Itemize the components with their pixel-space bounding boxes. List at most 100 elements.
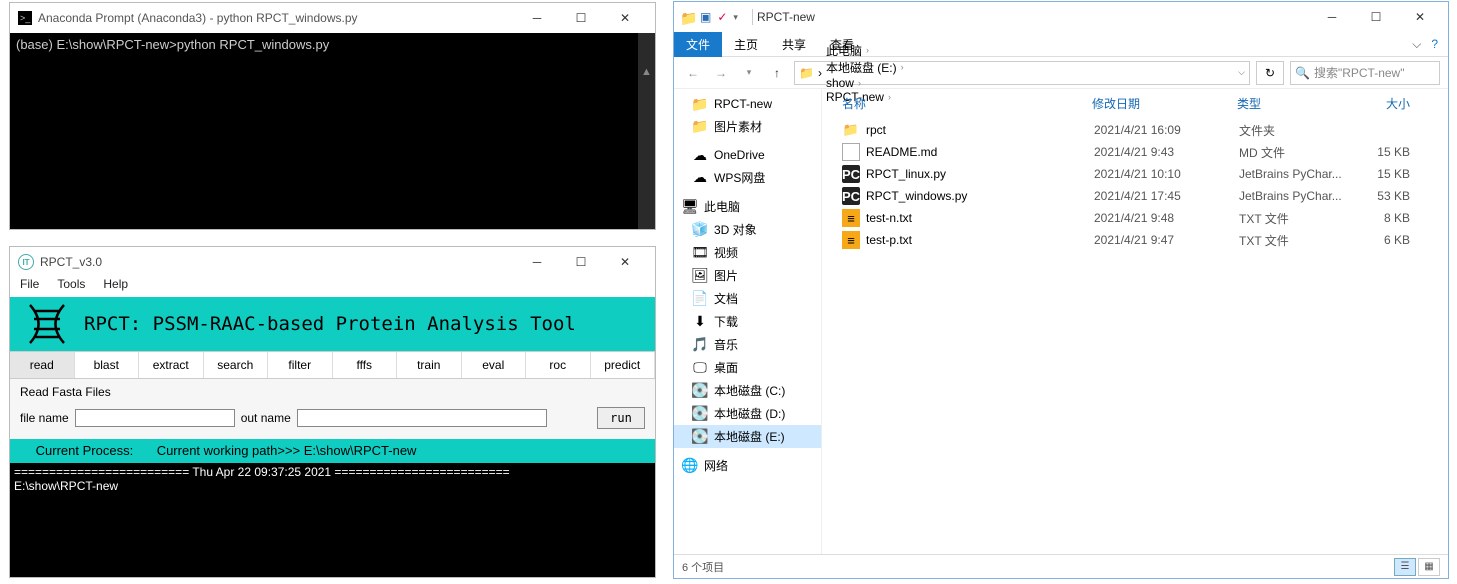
help-icon[interactable]: ? (1431, 37, 1438, 51)
col-date[interactable]: 修改日期 (1092, 95, 1237, 112)
nav-item-本地磁盘 (C:)[interactable]: 💽本地磁盘 (C:) (674, 379, 821, 402)
crumb-segment[interactable]: 本地磁盘 (E:) (826, 59, 897, 76)
titlebar[interactable]: IT RPCT_v3.0 ─ ☐ ✕ (10, 247, 655, 277)
nav-recent-icon[interactable]: ▾ (738, 62, 760, 84)
crumb-segment[interactable]: show (826, 76, 854, 90)
nav-item-WPS网盘[interactable]: ☁WPS网盘 (674, 166, 821, 189)
nav-label: 本地磁盘 (E:) (714, 428, 785, 445)
nav-item-文档[interactable]: 📄文档 (674, 287, 821, 310)
ribbon-expand-icon[interactable]: ⌵ (1412, 37, 1421, 52)
file-name-input[interactable] (75, 409, 235, 427)
tab-eval[interactable]: eval (462, 352, 527, 378)
close-button[interactable]: ✕ (603, 4, 647, 32)
menu-tools[interactable]: Tools (57, 277, 85, 297)
3d-icon: 🧊 (692, 222, 708, 238)
ribbon-share[interactable]: 共享 (770, 32, 818, 57)
nav-label: 桌面 (714, 359, 738, 376)
search-input[interactable]: 🔍 搜索"RPCT-new" (1290, 61, 1440, 85)
breadcrumb[interactable]: 📁 › 此电脑›本地磁盘 (E:)›show›RPCT-new› ⌵ (794, 61, 1250, 85)
folder-icon: 📁 (692, 96, 708, 112)
minimize-button[interactable]: ─ (515, 248, 559, 276)
chevron-right-icon[interactable]: › (864, 45, 871, 55)
out-name-input[interactable] (297, 409, 547, 427)
nav-item-OneDrive[interactable]: ☁OneDrive (674, 144, 821, 166)
maximize-button[interactable]: ☐ (1354, 3, 1398, 31)
menu-help[interactable]: Help (103, 277, 128, 297)
nav-item-网络[interactable]: 🌐网络 (674, 454, 821, 477)
file-name: test-n.txt (866, 211, 1094, 225)
titlebar[interactable]: 📁 ▣ ✓ ▾ RPCT-new ─ ☐ ✕ (674, 2, 1448, 32)
nav-label: 图片素材 (714, 118, 762, 135)
col-name[interactable]: 名称 (842, 95, 1092, 112)
view-icons-button[interactable]: ▦ (1418, 558, 1440, 576)
close-button[interactable]: ✕ (603, 248, 647, 276)
titlebar[interactable]: >_ Anaconda Prompt (Anaconda3) - python … (10, 3, 655, 33)
nav-back-button[interactable]: ← (682, 62, 704, 84)
banner: RPCT: PSSM-RAAC-based Protein Analysis T… (10, 297, 655, 351)
tab-blast[interactable]: blast (75, 352, 140, 378)
nav-item-本地磁盘 (D:)[interactable]: 💽本地磁盘 (D:) (674, 402, 821, 425)
nav-up-button[interactable]: ↑ (766, 62, 788, 84)
chevron-right-icon[interactable]: › (856, 78, 863, 88)
ribbon-file[interactable]: 文件 (674, 32, 722, 57)
console-output[interactable]: ========================= Thu Apr 22 09:… (10, 463, 655, 577)
network-icon: 🌐 (682, 458, 698, 474)
col-size[interactable]: 大小 (1357, 95, 1440, 112)
file-row[interactable]: ≡test-p.txt2021/4/21 9:47TXT 文件6 KB (822, 229, 1448, 251)
dna-icon (22, 303, 72, 345)
nav-label: WPS网盘 (714, 169, 765, 186)
doc-icon: 📄 (692, 291, 708, 307)
file-row[interactable]: ≡test-n.txt2021/4/21 9:48TXT 文件8 KB (822, 207, 1448, 229)
nav-item-图片[interactable]: 🖼图片 (674, 264, 821, 287)
scroll-up-icon[interactable]: ▲ (638, 63, 655, 80)
crumb-segment[interactable]: 此电脑 (826, 42, 862, 59)
file-row[interactable]: PCRPCT_linux.py2021/4/21 10:10JetBrains … (822, 163, 1448, 185)
menu-file[interactable]: File (20, 277, 39, 297)
nav-item-图片素材[interactable]: 📁图片素材 (674, 115, 821, 138)
terminal-output[interactable]: (base) E:\show\RPCT-new>python RPCT_wind… (10, 33, 655, 229)
tab-fffs[interactable]: fffs (333, 352, 398, 378)
navigation-pane[interactable]: 📁RPCT-new📁图片素材☁OneDrive☁WPS网盘🖥此电脑🧊3D 对象🎞… (674, 89, 822, 554)
nav-item-3D 对象[interactable]: 🧊3D 对象 (674, 218, 821, 241)
nav-item-RPCT-new[interactable]: 📁RPCT-new (674, 93, 821, 115)
nav-item-音乐[interactable]: 🎵音乐 (674, 333, 821, 356)
close-button[interactable]: ✕ (1398, 3, 1442, 31)
refresh-button[interactable]: ↻ (1256, 61, 1284, 85)
ribbon-home[interactable]: 主页 (722, 32, 770, 57)
nav-item-下载[interactable]: ⬇下载 (674, 310, 821, 333)
chevron-right-icon[interactable]: › (899, 62, 906, 72)
column-headers[interactable]: 名称 修改日期 类型 大小 (822, 89, 1448, 119)
file-row[interactable]: 📁rpct2021/4/21 16:09文件夹 (822, 119, 1448, 141)
view-details-button[interactable]: ☰ (1394, 558, 1416, 576)
nav-item-视频[interactable]: 🎞视频 (674, 241, 821, 264)
file-list[interactable]: 名称 修改日期 类型 大小 📁rpct2021/4/21 16:09文件夹REA… (822, 89, 1448, 554)
file-row[interactable]: PCRPCT_windows.py2021/4/21 17:45JetBrain… (822, 185, 1448, 207)
tab-predict[interactable]: predict (591, 352, 656, 378)
tab-train[interactable]: train (397, 352, 462, 378)
tab-search[interactable]: search (204, 352, 269, 378)
tab-read[interactable]: read (10, 352, 75, 378)
file-row[interactable]: README.md2021/4/21 9:43MD 文件15 KB (822, 141, 1448, 163)
scrollbar[interactable]: ▲ (638, 33, 655, 229)
qat-properties-icon[interactable]: ▣ (700, 10, 711, 24)
txt-file-icon: ≡ (842, 209, 860, 227)
address-dropdown-icon[interactable]: ⌵ (1238, 67, 1245, 78)
maximize-button[interactable]: ☐ (559, 248, 603, 276)
tab-filter[interactable]: filter (268, 352, 333, 378)
file-date: 2021/4/21 9:43 (1094, 145, 1239, 159)
qat-newfolder-icon[interactable]: ✓ (717, 10, 727, 24)
file-date: 2021/4/21 9:48 (1094, 211, 1239, 225)
qat-dropdown-icon[interactable]: ▾ (733, 12, 738, 23)
nav-item-本地磁盘 (E:)[interactable]: 💽本地磁盘 (E:) (674, 425, 821, 448)
run-button[interactable]: run (597, 407, 645, 429)
col-type[interactable]: 类型 (1237, 95, 1357, 112)
minimize-button[interactable]: ─ (1310, 3, 1354, 31)
nav-forward-button[interactable]: → (710, 62, 732, 84)
minimize-button[interactable]: ─ (515, 4, 559, 32)
tab-roc[interactable]: roc (526, 352, 591, 378)
nav-item-桌面[interactable]: 🖵桌面 (674, 356, 821, 379)
tab-extract[interactable]: extract (139, 352, 204, 378)
maximize-button[interactable]: ☐ (559, 4, 603, 32)
window-title: RPCT-new (757, 10, 815, 24)
nav-item-此电脑[interactable]: 🖥此电脑 (674, 195, 821, 218)
